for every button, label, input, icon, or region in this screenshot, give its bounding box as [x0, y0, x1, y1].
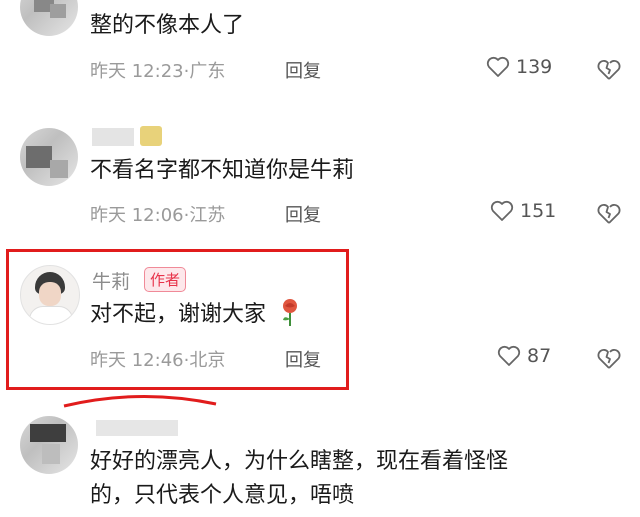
comment-meta: 昨天 12:06·江苏	[90, 201, 225, 227]
comment-text-body: 对不起，谢谢大家	[90, 302, 267, 327]
author-badge: 作者	[144, 267, 187, 292]
reply-button[interactable]: 回复	[285, 201, 321, 227]
comment-2: 不看名字都不知道你是牛莉 昨天 12:06·江苏 回复 151	[0, 120, 640, 245]
like-button[interactable]: 87	[497, 345, 551, 367]
broken-heart-icon[interactable]	[596, 58, 622, 82]
reply-button[interactable]: 回复	[285, 346, 321, 372]
comment-4: 好好的漂亮人，为什么瞎整，现在看着怪怪 的，只代表个人意见，唔喷	[0, 400, 640, 517]
comment-meta: 昨天 12:46·北京	[90, 346, 225, 372]
comment-text: 对不起，谢谢大家	[90, 297, 303, 333]
comment-text-line1: 好好的漂亮人，为什么瞎整，现在看着怪怪	[90, 449, 509, 474]
heart-outline-icon	[486, 56, 510, 77]
author-username[interactable]: 牛莉	[92, 267, 130, 294]
like-count: 87	[527, 345, 552, 367]
blurred-username	[92, 128, 134, 146]
blurred-username	[96, 420, 178, 436]
comment-time: 昨天 12:06	[90, 205, 184, 226]
comment-text: 整的不像本人了	[90, 13, 245, 38]
comment-text-line2: 的，只代表个人意见，唔喷	[90, 483, 355, 508]
comment-time: 昨天 12:23	[90, 61, 184, 82]
author-avatar[interactable]	[20, 265, 80, 325]
comment-text: 不看名字都不知道你是牛莉	[90, 158, 355, 183]
comment-author: 牛莉 作者 对不起，谢谢大家 昨天 12:46·北京 回复 87	[0, 255, 640, 385]
comment-meta: 昨天 12:23·广东	[90, 57, 225, 83]
broken-heart-icon[interactable]	[596, 347, 622, 371]
comment-location: 广东	[189, 61, 226, 82]
comment-time: 昨天 12:46	[90, 350, 184, 371]
avatar[interactable]	[20, 128, 78, 186]
heart-outline-icon	[490, 200, 514, 221]
blurred-badge	[140, 126, 162, 146]
avatar[interactable]	[20, 416, 78, 474]
broken-heart-icon[interactable]	[596, 202, 622, 226]
like-count: 151	[520, 200, 557, 222]
heart-outline-icon	[497, 345, 521, 366]
like-count: 139	[516, 56, 553, 78]
reply-button[interactable]: 回复	[285, 57, 321, 83]
like-button[interactable]: 139	[486, 56, 552, 78]
like-button[interactable]: 151	[490, 200, 556, 222]
comment-1: 整的不像本人了 昨天 12:23·广东 回复 139	[0, 0, 640, 115]
comment-location: 江苏	[189, 205, 226, 226]
avatar[interactable]	[20, 0, 78, 36]
rose-icon	[283, 299, 298, 326]
comment-location: 北京	[189, 350, 226, 371]
